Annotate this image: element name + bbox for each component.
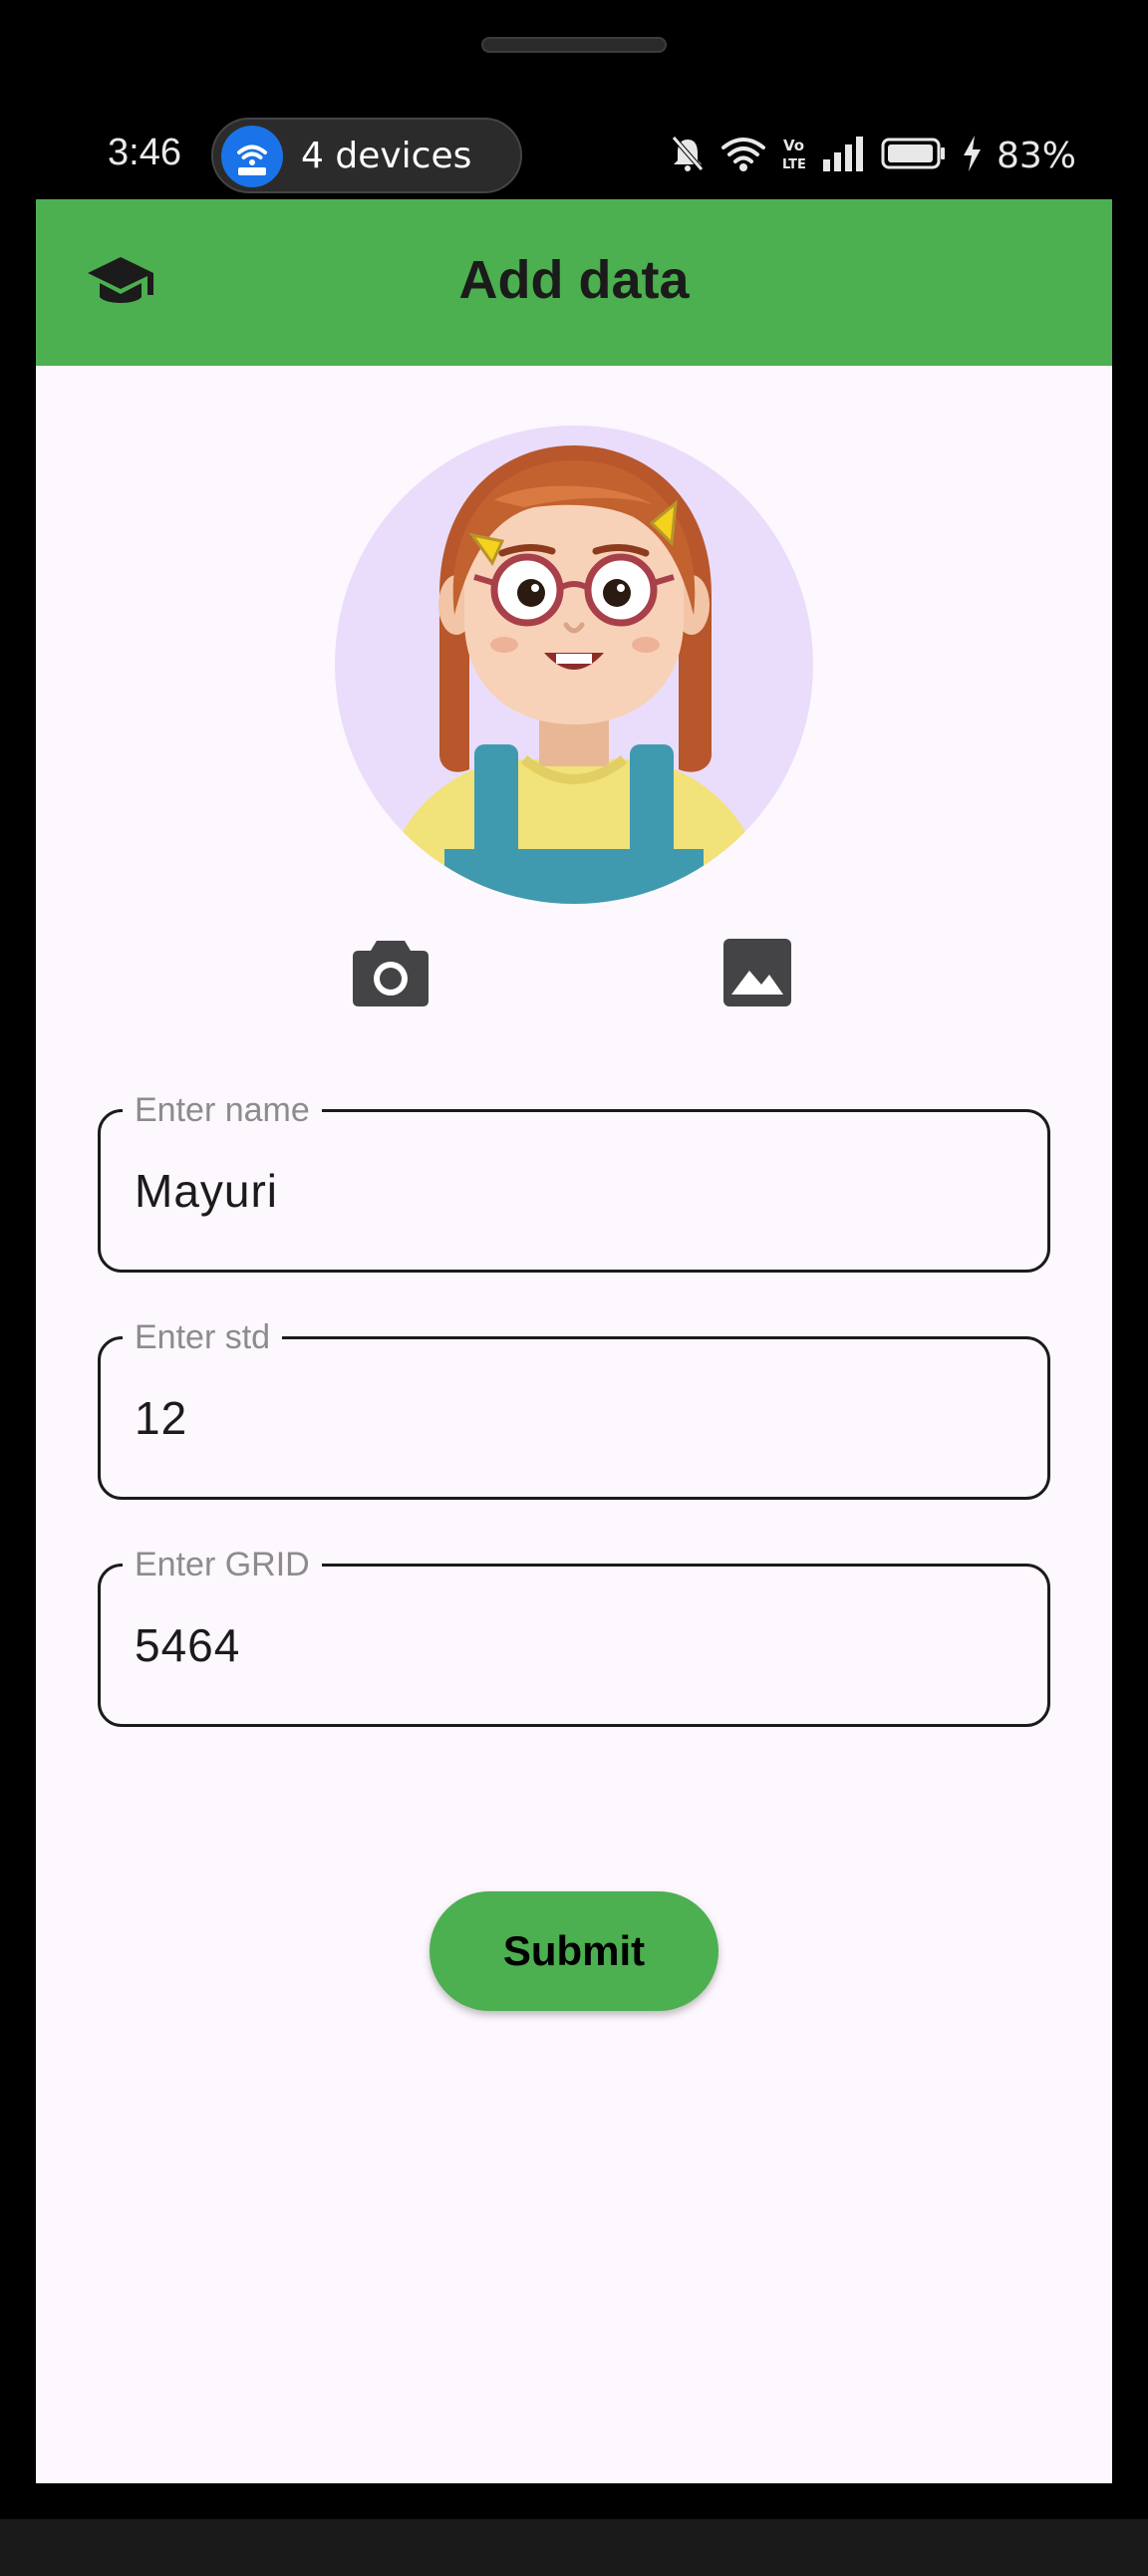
status-icons: Vo LTE 83% [670,130,1076,181]
battery-icon [881,137,947,175]
phone-frame: 3:46 4 devices Vo LTE 83% Add data Enter… [0,0,1148,2576]
status-time: 3:46 [108,132,181,173]
volte-icon: Vo LTE [781,134,807,178]
device-bottom-bezel [0,2519,1148,2576]
app-screen: Add data Enter name Mayuri Enter std 12 … [36,199,1112,2483]
svg-text:Vo: Vo [783,137,804,154]
camera-icon [351,937,430,1013]
svg-text:LTE: LTE [782,157,806,172]
connected-devices-label: 4 devices [301,136,472,176]
profile-avatar [335,426,813,904]
gallery-button[interactable] [718,935,797,1014]
std-field[interactable]: Enter std [98,1317,1050,1500]
page-title: Add data [458,250,690,310]
signal-icon [821,136,867,176]
std-input[interactable] [135,1339,1011,1497]
name-input[interactable] [135,1112,1011,1270]
image-gallery-icon [721,937,793,1013]
app-bar: Add data [36,199,1112,366]
wifi-icon [719,134,767,178]
name-field[interactable]: Enter name [98,1090,1050,1273]
status-bar: 3:46 4 devices Vo LTE 83% [36,110,1112,201]
grid-input[interactable] [135,1567,1011,1724]
connected-devices-chip[interactable]: 4 devices [211,118,522,193]
submit-button[interactable]: Submit [430,1891,718,2011]
wifi-hotspot-icon [221,126,283,187]
charging-icon [961,134,983,178]
grid-field[interactable]: Enter GRID [98,1545,1050,1727]
earpiece-grille [481,37,667,53]
camera-button[interactable] [351,935,430,1014]
mute-icon [670,134,706,178]
battery-percent: 83% [996,135,1076,176]
